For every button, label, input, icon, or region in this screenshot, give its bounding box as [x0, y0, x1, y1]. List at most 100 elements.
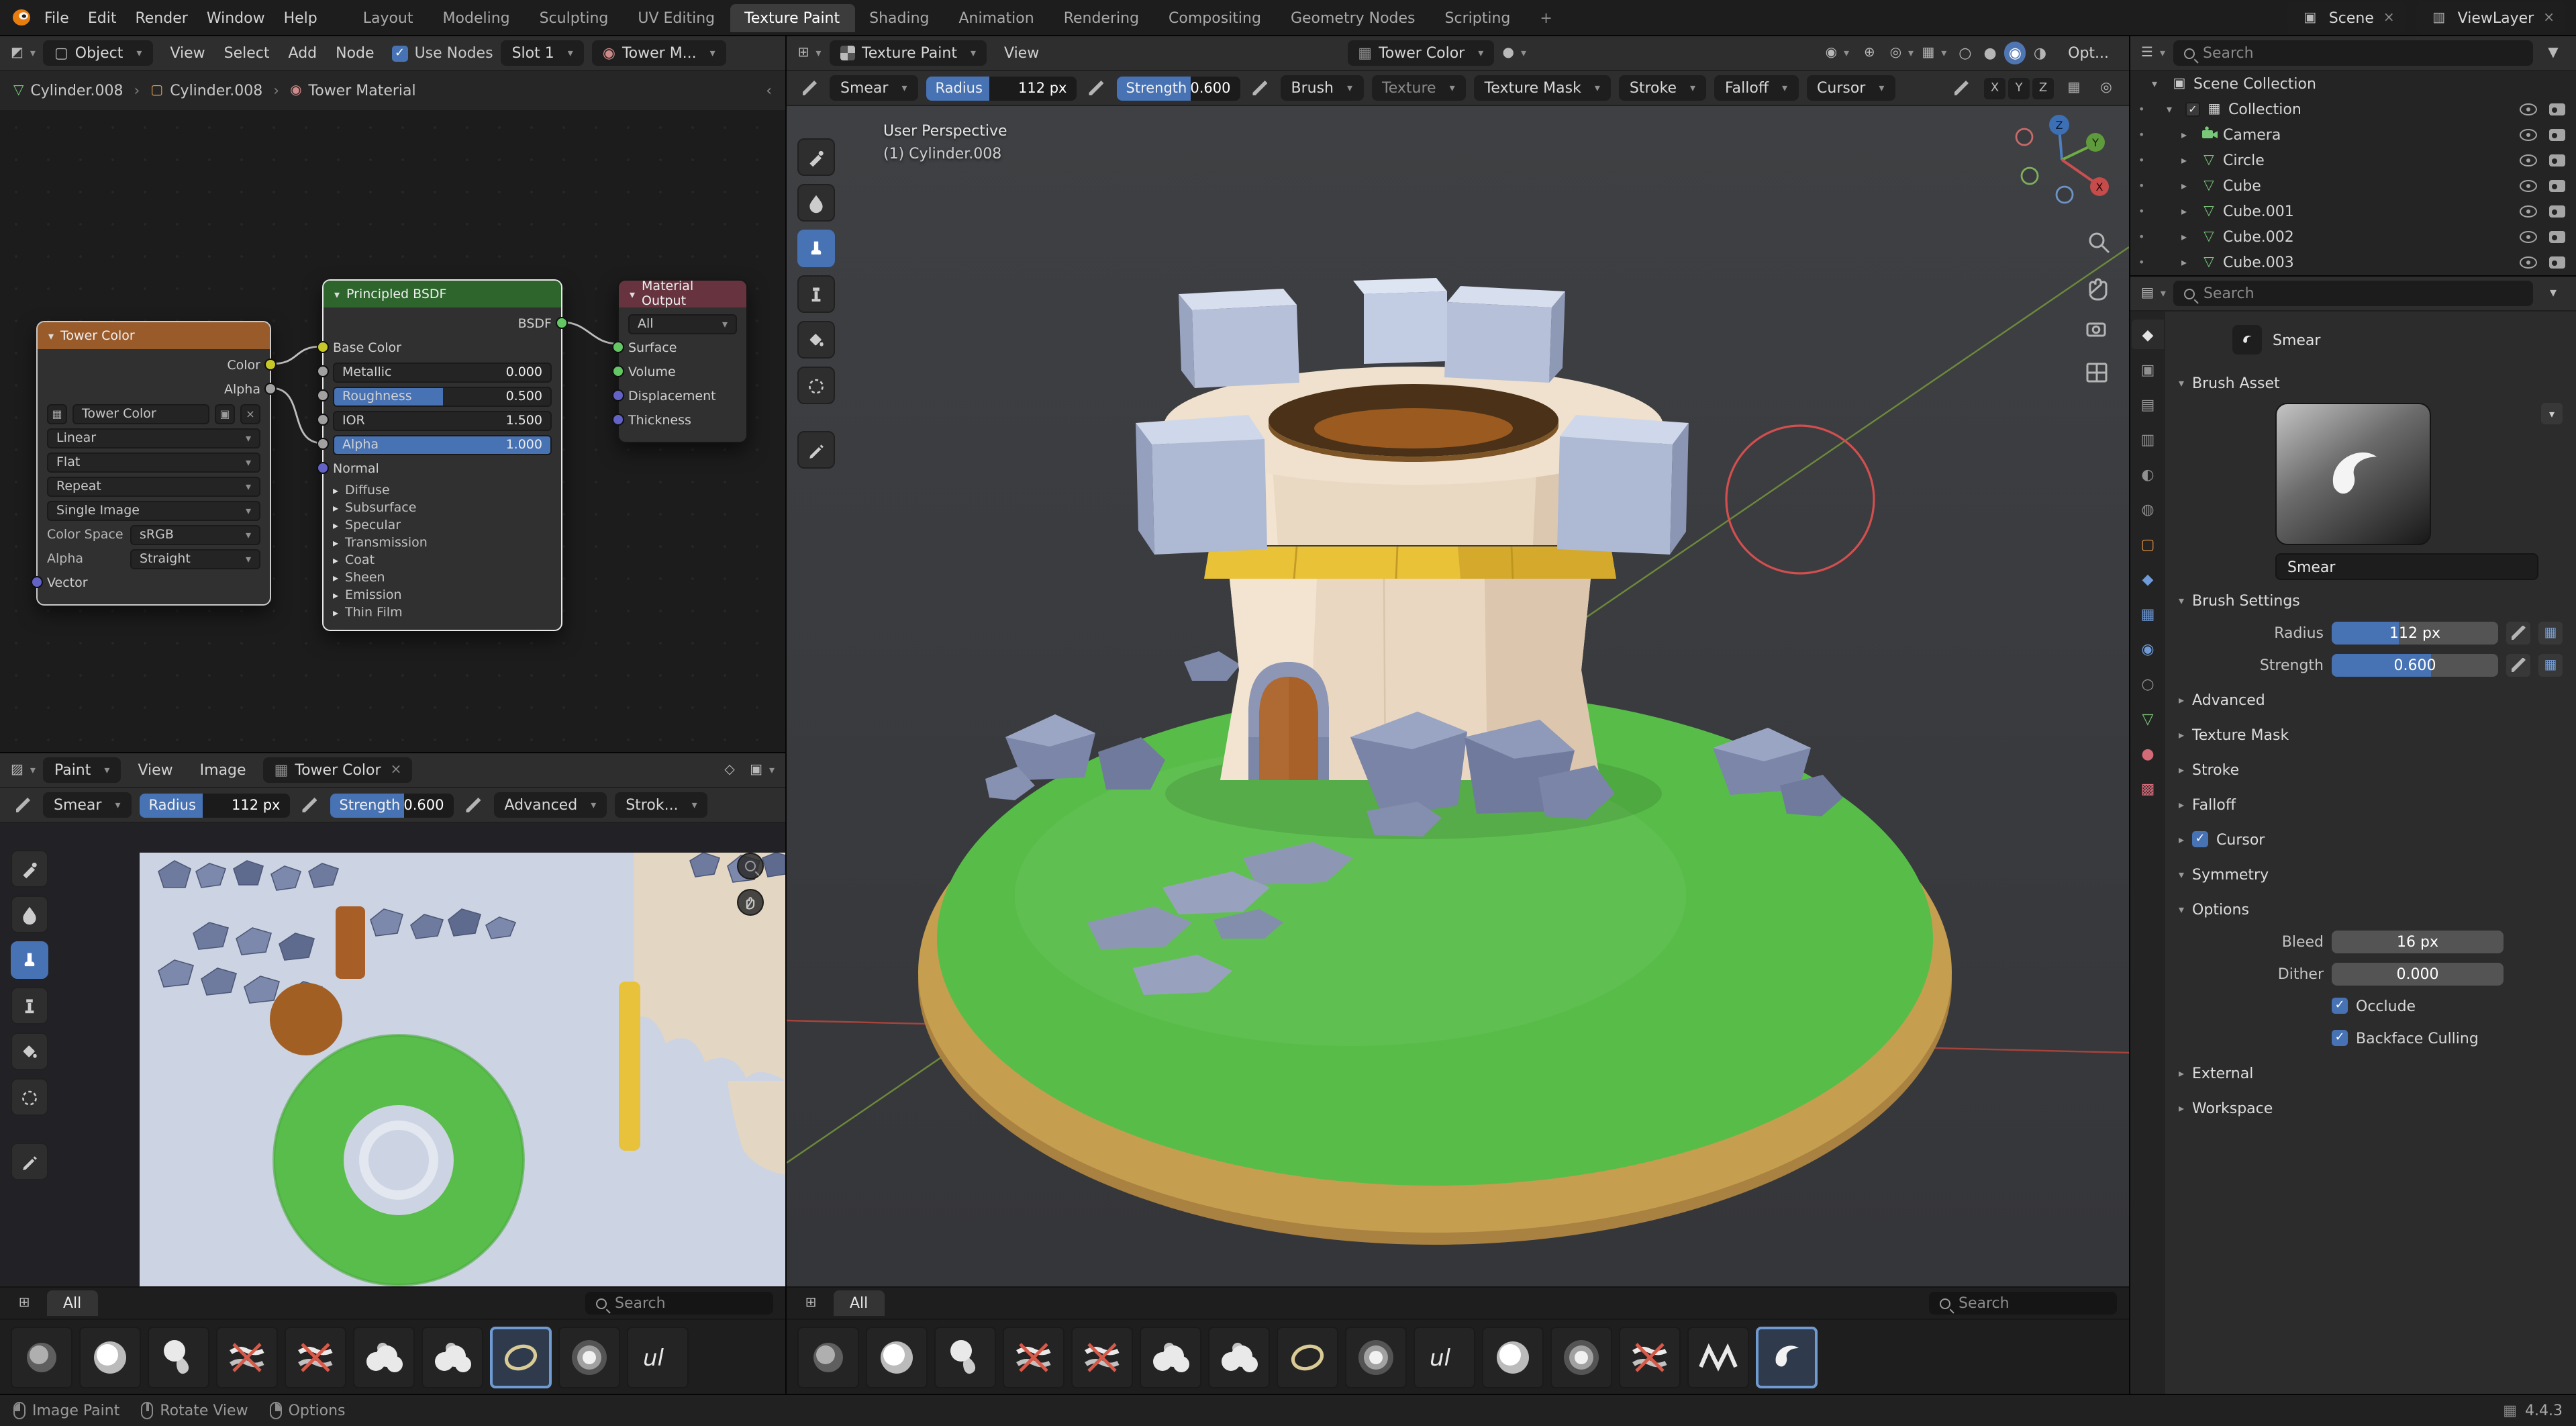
image-brush-thumb-9-script[interactable]: ul: [627, 1327, 689, 1388]
image-brush-thumb-6-snow[interactable]: [422, 1327, 483, 1388]
workspace-tab-animation[interactable]: Animation: [944, 3, 1049, 32]
viewport-brush-thumb-12-redx[interactable]: [1619, 1327, 1681, 1388]
properties-tab-view-layer[interactable]: ▥: [2132, 424, 2164, 454]
image-tool-fill[interactable]: [11, 1033, 48, 1070]
image-brush-thumb-8-soft[interactable]: [558, 1327, 620, 1388]
material-preview-icon[interactable]: ●: [1502, 41, 1526, 65]
popover-texture[interactable]: Texture: [1371, 75, 1466, 101]
image-tool-soften[interactable]: [11, 896, 48, 933]
image-browse-button[interactable]: ▦: [47, 403, 67, 424]
strength-unified-icon[interactable]: ▦: [2538, 653, 2563, 676]
popover-stroke[interactable]: Strok...: [615, 792, 707, 818]
outliner-row-cube-002[interactable]: •▸▽Cube.002: [2130, 224, 2576, 250]
image-shelf-tab-all[interactable]: All: [47, 1290, 97, 1316]
panel-options[interactable]: Options: [2179, 894, 2563, 924]
properties-tab-object[interactable]: ▢: [2132, 529, 2164, 559]
pan-hand-icon[interactable]: [737, 889, 764, 916]
properties-tab-output[interactable]: ▤: [2132, 389, 2164, 419]
backface-culling-checkbox[interactable]: ✓: [2332, 1030, 2348, 1046]
image-brush-thumb-7-loop[interactable]: [490, 1327, 552, 1388]
hide-in-viewport-toggle[interactable]: [2520, 180, 2537, 192]
viewport-brush-thumb-7-loop[interactable]: [1277, 1327, 1338, 1388]
bsdf-roughness[interactable]: Roughness0.500: [333, 385, 552, 407]
viewport-tool-clone[interactable]: [797, 275, 835, 313]
overlays-toggle-icon[interactable]: ◎: [1889, 41, 1914, 65]
material-select[interactable]: ◉Tower M...: [592, 40, 726, 66]
workspace-tab-scripting[interactable]: Scripting: [1430, 3, 1526, 32]
strength-slider[interactable]: 0.600: [2332, 653, 2498, 676]
workspace-tab-shading[interactable]: Shading: [854, 3, 944, 32]
filter-icon[interactable]: ▼: [2541, 41, 2565, 65]
expand-icon[interactable]: ▸: [2181, 256, 2195, 269]
unlink-icon[interactable]: ×: [391, 763, 402, 777]
shading-rendered[interactable]: ◑: [2030, 42, 2050, 64]
disable-in-renders-toggle[interactable]: [2549, 180, 2565, 192]
popover-advanced[interactable]: Advanced: [494, 792, 607, 818]
viewport-brush-thumb-5-snow[interactable]: [1140, 1327, 1201, 1388]
outliner-row-cube[interactable]: •▸▽Cube: [2130, 173, 2576, 199]
gizmo-toggle-icon[interactable]: ⊕: [1857, 41, 1881, 65]
hide-in-viewport-toggle[interactable]: [2520, 231, 2537, 243]
alpha-mode-select[interactable]: Straight: [130, 549, 260, 569]
image-settings-icon[interactable]: ▣: [750, 758, 775, 782]
shelf-display-icon[interactable]: ⊞: [12, 1291, 36, 1315]
radius-unified-icon[interactable]: ▦: [2538, 621, 2563, 644]
material-output-node[interactable]: ▾Material Output All SurfaceVolumeDispla…: [617, 279, 748, 443]
image-datablock[interactable]: ▦Tower Color×: [264, 757, 413, 783]
bsdf-panel-specular[interactable]: ▸Specular: [333, 517, 552, 534]
socket-alpha-output[interactable]: [264, 383, 277, 395]
image-node-single-image-select[interactable]: Single Image: [47, 500, 260, 520]
properties-tab-texture[interactable]: ▩: [2132, 773, 2164, 803]
viewport-shelf-search-input[interactable]: Search: [1929, 1292, 2117, 1315]
socket-thickness-input[interactable]: [612, 414, 624, 426]
fake-user-button[interactable]: ▣: [215, 403, 235, 424]
socket-surface-input[interactable]: [612, 341, 624, 353]
viewport-tool-smear[interactable]: [797, 230, 835, 267]
breadcrumb-item-0[interactable]: Cylinder.008: [13, 82, 123, 99]
image-node-repeat-select[interactable]: Repeat: [47, 476, 260, 496]
xray-toggle-icon[interactable]: ▦: [1922, 41, 1946, 65]
properties-tab-world[interactable]: ◍: [2132, 494, 2164, 524]
disable-in-renders-toggle[interactable]: [2549, 103, 2565, 115]
properties-options-icon[interactable]: ▾: [2541, 281, 2565, 305]
panel-cursor[interactable]: ✓Cursor: [2179, 824, 2563, 854]
image-shelf-search-input[interactable]: Search: [585, 1292, 773, 1315]
workspace-tab-geometry-nodes[interactable]: Geometry Nodes: [1276, 3, 1430, 32]
properties-tab-physics[interactable]: ◉: [2132, 634, 2164, 663]
cursor-checkbox[interactable]: ✓: [2192, 831, 2208, 847]
collapse-arrow-icon[interactable]: ‹: [766, 82, 772, 99]
menu-window[interactable]: Window: [197, 5, 275, 30]
viewport-brush-thumb-8-soft[interactable]: [1345, 1327, 1407, 1388]
workspace-tab-uv-editing[interactable]: UV Editing: [623, 3, 730, 32]
shader-menu-node[interactable]: Node: [326, 40, 383, 66]
viewport-brush-thumb-4-redx[interactable]: [1071, 1327, 1133, 1388]
image-tool-mask[interactable]: [11, 1078, 48, 1116]
breadcrumb-item-2[interactable]: Tower Material: [290, 82, 416, 99]
outliner-search-input[interactable]: Search: [2173, 40, 2533, 66]
workspace-tab-modeling[interactable]: Modeling: [428, 3, 525, 32]
hide-in-viewport-toggle[interactable]: [2520, 256, 2537, 269]
bsdf-alpha[interactable]: Alpha1.000: [333, 434, 552, 455]
bsdf-ior[interactable]: IOR1.500: [333, 410, 552, 431]
viewport-tool-annotate[interactable]: [797, 431, 835, 469]
viewport-shelf-tab-all[interactable]: All: [834, 1290, 884, 1316]
viewport-brush-thumb-6-snow[interactable]: [1208, 1327, 1270, 1388]
bsdf-panel-sheen[interactable]: ▸Sheen: [333, 569, 552, 587]
menu-render[interactable]: Render: [126, 5, 197, 30]
properties-tab-material[interactable]: ●: [2132, 739, 2164, 768]
strength-pressure-icon[interactable]: [462, 793, 486, 817]
popover-texture-mask[interactable]: Texture Mask: [1474, 75, 1611, 101]
annotate-icon[interactable]: [1949, 76, 1973, 100]
viewport-brush-thumb-2-drip[interactable]: [934, 1327, 996, 1388]
output-thickness[interactable]: Thickness: [628, 410, 737, 431]
pin-icon[interactable]: ◇: [717, 758, 742, 782]
expand-icon[interactable]: ▸: [2181, 180, 2195, 192]
mirror-x-toggle[interactable]: X: [1984, 77, 2005, 99]
popover-cursor[interactable]: Cursor: [1806, 75, 1895, 101]
image-node-linear-select[interactable]: Linear: [47, 428, 260, 448]
popover-falloff[interactable]: Falloff: [1714, 75, 1798, 101]
panel-texture-mask[interactable]: Texture Mask: [2179, 720, 2563, 749]
viewport-brush-thumb-0-blob-dim[interactable]: [797, 1327, 859, 1388]
shader-menu-view[interactable]: View: [160, 40, 214, 66]
shading-solid[interactable]: ●: [1979, 42, 2000, 64]
